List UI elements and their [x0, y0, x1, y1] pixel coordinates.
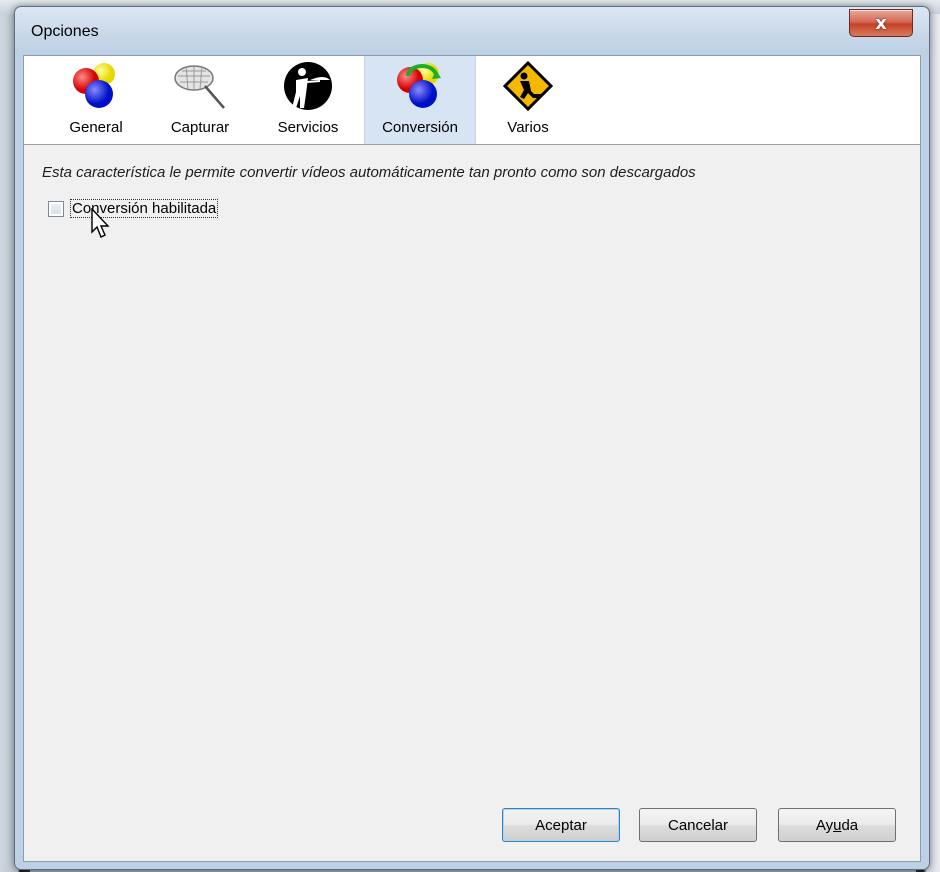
- options-dialog: Opciones x General Capturar Servicios Co…: [14, 6, 930, 870]
- help-button-label: Ayuda: [815, 816, 859, 834]
- under-construction-sign-icon: [502, 60, 554, 112]
- tab-varios[interactable]: Varios: [490, 56, 566, 144]
- tab-label: Servicios: [277, 119, 339, 136]
- tab-label: Capturar: [170, 119, 230, 136]
- conversion-enabled-row[interactable]: Conversión habilitada: [48, 199, 219, 218]
- tab-general[interactable]: General: [54, 56, 138, 144]
- tab-servicios[interactable]: Servicios: [262, 56, 354, 144]
- cancel-button-label: Cancelar: [667, 816, 729, 834]
- close-icon: x: [875, 12, 887, 34]
- dialog-client-area: General Capturar Servicios Conversión Va…: [23, 55, 921, 862]
- tab-label: Varios: [507, 119, 549, 136]
- mouse-pointer-icon: [91, 208, 110, 238]
- accept-button[interactable]: Aceptar: [502, 808, 620, 842]
- window-title: Opciones: [31, 23, 99, 40]
- tab-capturar[interactable]: Capturar: [154, 56, 246, 144]
- help-button[interactable]: Ayuda: [778, 808, 896, 842]
- tab-toolbar: General Capturar Servicios Conversión Va…: [24, 56, 920, 145]
- conversion-balls-arrows-icon: [397, 63, 441, 108]
- butterfly-net-icon: [174, 65, 225, 109]
- tab-label: General: [69, 119, 123, 136]
- waiter-serving-icon: [284, 62, 332, 110]
- tab-conversion[interactable]: Conversión: [364, 56, 476, 144]
- tab-label: Conversión: [382, 119, 458, 136]
- close-button[interactable]: x: [849, 9, 913, 37]
- colored-balls-icon: [73, 63, 115, 108]
- cancel-button[interactable]: Cancelar: [639, 808, 757, 842]
- description-text: Esta característica le permite convertir…: [42, 164, 696, 181]
- accept-button-label: Aceptar: [535, 816, 587, 834]
- conversion-enabled-checkbox[interactable]: [48, 200, 64, 217]
